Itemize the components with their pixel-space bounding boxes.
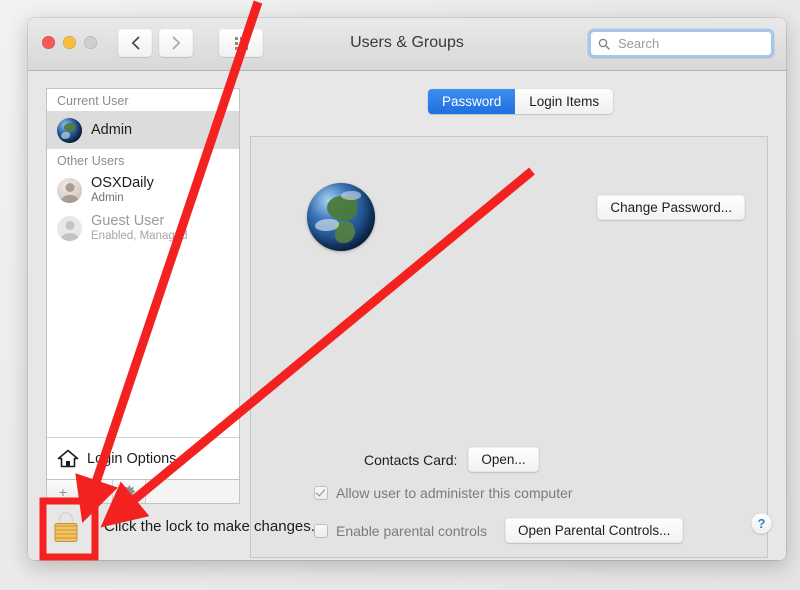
sidebar-item-admin[interactable]: Admin bbox=[47, 111, 239, 149]
administer-checkbox-label: Allow user to administer this computer bbox=[336, 485, 573, 501]
user-name-osxdaily: OSXDaily bbox=[91, 175, 154, 192]
group-header-current-user: Current User bbox=[57, 94, 129, 108]
users-sidebar: Current User Admin Other Users OSXDaily … bbox=[46, 88, 240, 480]
change-password-button[interactable]: Change Password... bbox=[597, 195, 745, 220]
sidebar-item-osxdaily[interactable]: OSXDaily Admin bbox=[47, 171, 239, 209]
group-header-other-users: Other Users bbox=[57, 154, 125, 168]
user-name-admin: Admin bbox=[91, 121, 133, 138]
user-name-guest-user: Guest User bbox=[91, 213, 165, 230]
lock-caption: Click the lock to make changes. bbox=[104, 518, 315, 535]
window-titlebar: Users & Groups bbox=[28, 18, 786, 71]
users-and-groups-window: Users & Groups Current User Admin Other … bbox=[28, 18, 786, 560]
search-field[interactable] bbox=[590, 31, 772, 56]
tab-password[interactable]: Password bbox=[428, 89, 516, 114]
user-subtitle-osxdaily: Admin bbox=[91, 191, 124, 204]
toolbar-filler bbox=[146, 480, 239, 503]
panel-tabs: Password Login Items bbox=[428, 89, 614, 114]
sidebar-item-login-options[interactable]: Login Options bbox=[47, 437, 239, 479]
panel-body: Change Password... Contacts Card: Open..… bbox=[250, 136, 768, 558]
account-panel: Password Login Items Change Password... … bbox=[250, 89, 768, 558]
remove-user-button[interactable]: − bbox=[80, 480, 113, 503]
gear-icon bbox=[122, 485, 135, 498]
contacts-card-row: Contacts Card: Open... bbox=[364, 447, 539, 472]
settings-gear-button[interactable] bbox=[113, 480, 146, 503]
avatar-osxdaily bbox=[57, 177, 82, 203]
search-input[interactable] bbox=[616, 35, 764, 52]
window-footer: Click the lock to make changes. ? bbox=[28, 503, 786, 560]
sidebar-item-guest-user[interactable]: Guest User Enabled, Managed bbox=[47, 209, 239, 247]
avatar-guest-user bbox=[57, 215, 82, 241]
lock-button[interactable] bbox=[48, 506, 84, 550]
help-button[interactable]: ? bbox=[751, 513, 772, 534]
administer-checkbox[interactable] bbox=[314, 486, 328, 500]
login-options-label: Login Options bbox=[87, 450, 177, 467]
add-user-button[interactable]: + bbox=[47, 480, 80, 503]
contacts-card-label: Contacts Card: bbox=[364, 451, 458, 468]
open-contacts-card-button[interactable]: Open... bbox=[468, 447, 539, 472]
user-subtitle-guest-user: Enabled, Managed bbox=[91, 229, 188, 242]
tab-login-items[interactable]: Login Items bbox=[515, 89, 614, 114]
search-icon bbox=[598, 38, 610, 50]
avatar-admin bbox=[57, 117, 82, 143]
account-picture[interactable] bbox=[307, 183, 375, 251]
lock-icon bbox=[54, 523, 78, 542]
globe-cloud-b bbox=[341, 191, 361, 200]
home-icon bbox=[57, 449, 79, 468]
administer-checkbox-row[interactable]: Allow user to administer this computer bbox=[314, 485, 573, 501]
sidebar-toolbar: + − bbox=[46, 480, 240, 504]
window-content: Current User Admin Other Users OSXDaily … bbox=[28, 71, 786, 560]
